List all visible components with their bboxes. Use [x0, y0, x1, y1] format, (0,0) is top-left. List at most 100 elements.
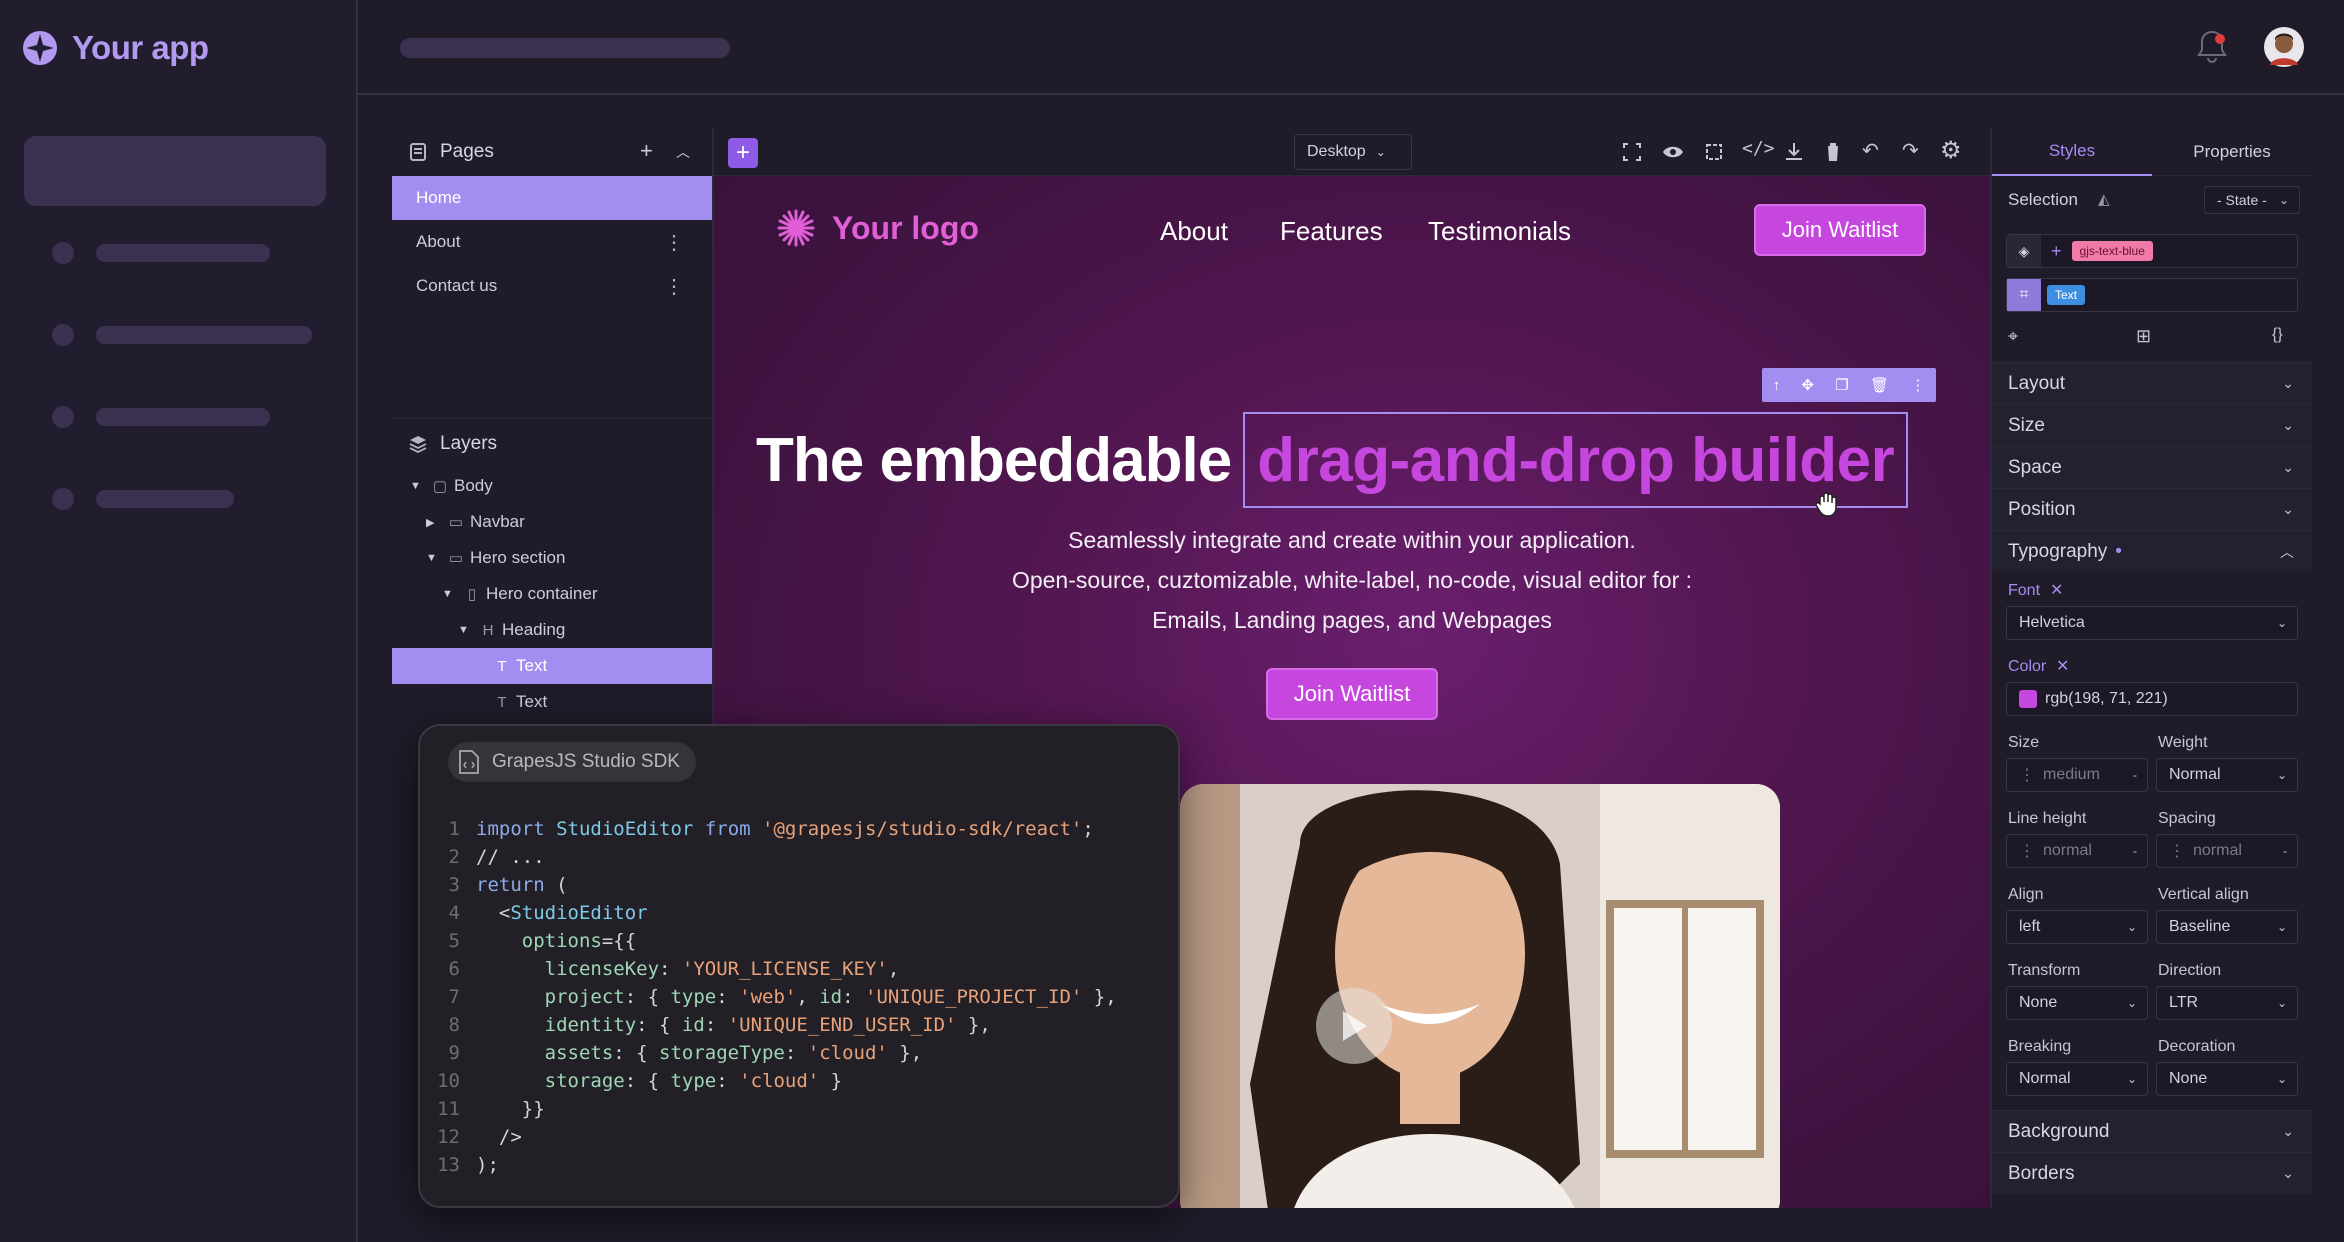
avatar[interactable]: [2264, 27, 2304, 67]
nav-link-features[interactable]: Features: [1280, 216, 1383, 247]
join-waitlist-button-hero[interactable]: Join Waitlist: [1266, 668, 1438, 720]
sidebar-placeholder-line[interactable]: [96, 244, 270, 262]
valign-select[interactable]: Baseline ⌄: [2156, 910, 2298, 944]
sync-icon[interactable]: ◭: [2098, 190, 2110, 208]
hero-subtitle: Seamlessly integrate and create within y…: [714, 520, 1990, 640]
component-field[interactable]: ⌗ Text: [2006, 278, 2298, 312]
class-tag[interactable]: gjs-text-blue: [2071, 241, 2153, 261]
heading-highlight-text-selected[interactable]: drag-and-drop builder: [1243, 412, 1909, 508]
unit-select[interactable]: -: [2133, 844, 2137, 858]
layer-text-selected[interactable]: T Text: [392, 648, 712, 684]
section-typography[interactable]: Typography • ︿: [1992, 530, 2312, 572]
section-borders[interactable]: Borders ⌄: [1992, 1152, 2312, 1194]
font-select[interactable]: Helvetica ⌄: [2006, 606, 2298, 640]
join-waitlist-button[interactable]: Join Waitlist: [1754, 204, 1926, 256]
page-options-icon[interactable]: ⋮: [664, 230, 684, 255]
chevron-down-icon: ⌄: [2282, 417, 2294, 433]
expand-icon[interactable]: ▼: [458, 624, 474, 636]
drag-handle-icon[interactable]: ⋮: [2169, 841, 2185, 861]
add-page-icon[interactable]: +: [640, 138, 653, 164]
tab-styles[interactable]: Styles: [1992, 128, 2152, 176]
heading-text[interactable]: The embeddable: [756, 425, 1232, 496]
spacing-input[interactable]: ⋮ normal -: [2156, 834, 2298, 868]
device-select[interactable]: Desktop ⌄: [1294, 134, 1412, 170]
layer-hero-section[interactable]: ▼ ▭ Hero section: [392, 540, 712, 576]
trash-icon[interactable]: [1824, 141, 1842, 163]
sidebar-placeholder-line[interactable]: [96, 326, 312, 344]
decoration-select[interactable]: None ⌄: [2156, 1062, 2298, 1096]
page-item-about[interactable]: About ⋮: [392, 220, 712, 264]
expand-icon[interactable]: ▼: [442, 588, 458, 600]
play-button[interactable]: [1316, 988, 1392, 1064]
color-input[interactable]: rgb(198, 71, 221): [2006, 682, 2298, 716]
nav-link-about[interactable]: About: [1160, 216, 1228, 247]
lineheight-input[interactable]: ⋮ normal -: [2006, 834, 2148, 868]
size-input[interactable]: ⋮ medium -: [2006, 758, 2148, 792]
unit-select[interactable]: -: [2133, 768, 2137, 782]
box-model-icon[interactable]: ⊞: [2136, 326, 2151, 347]
color-swatch[interactable]: [2019, 690, 2037, 708]
sidebar-placeholder-line[interactable]: [96, 490, 234, 508]
crosshair-icon[interactable]: ⌖: [2008, 326, 2018, 347]
component-tag[interactable]: Text: [2047, 285, 2086, 305]
expand-icon[interactable]: ▶: [426, 516, 442, 529]
gear-icon[interactable]: ⚙: [1940, 136, 1962, 165]
fullscreen-icon[interactable]: [1622, 142, 1642, 162]
layer-navbar[interactable]: ▶ ▭ Navbar: [392, 504, 712, 540]
weight-select[interactable]: Normal ⌄: [2156, 758, 2298, 792]
redo-icon[interactable]: ↷: [1902, 138, 1919, 163]
layer-heading[interactable]: ▼ H Heading: [392, 612, 712, 648]
expand-icon[interactable]: ▼: [426, 552, 442, 564]
section-layout[interactable]: Layout ⌄: [1992, 362, 2312, 404]
search-placeholder[interactable]: [400, 38, 730, 58]
state-select[interactable]: - State - ⌄: [2204, 186, 2300, 214]
delete-icon[interactable]: 🗑: [1870, 376, 1889, 394]
nav-link-testimonials[interactable]: Testimonials: [1428, 216, 1571, 247]
page-item-contact[interactable]: Contact us ⋮: [392, 264, 712, 308]
download-icon[interactable]: [1784, 141, 1804, 163]
move-icon[interactable]: ✥: [1801, 376, 1814, 394]
code-icon[interactable]: </>: [1742, 138, 1775, 159]
clear-color-icon[interactable]: ✕: [2056, 656, 2069, 676]
add-block-button[interactable]: +: [728, 138, 758, 168]
code-card-tab[interactable]: GrapesJS Studio SDK: [448, 742, 696, 782]
braces-icon[interactable]: {}: [2272, 326, 2283, 344]
outline-icon[interactable]: [1704, 142, 1724, 162]
clear-font-icon[interactable]: ✕: [2050, 580, 2063, 600]
unit-select[interactable]: -: [2283, 844, 2287, 858]
layer-label: Hero container: [486, 584, 598, 603]
section-space[interactable]: Space ⌄: [1992, 446, 2312, 488]
sidebar-placeholder-line[interactable]: [96, 408, 270, 426]
app-brand[interactable]: Your app: [22, 26, 209, 70]
hero-video[interactable]: [1180, 784, 1780, 1208]
bell-icon[interactable]: [2194, 28, 2230, 66]
undo-icon[interactable]: ↶: [1862, 138, 1879, 163]
layer-text[interactable]: T Text: [392, 684, 712, 720]
site-logo-text[interactable]: Your logo: [832, 210, 979, 247]
section-background[interactable]: Background ⌄: [1992, 1110, 2312, 1152]
layer-body[interactable]: ▼ ▢ Body: [392, 468, 712, 504]
add-class-icon[interactable]: +: [2051, 241, 2062, 262]
section-position[interactable]: Position ⌄: [1992, 488, 2312, 530]
section-size[interactable]: Size ⌄: [1992, 404, 2312, 446]
classes-field[interactable]: ◈ + gjs-text-blue: [2006, 234, 2298, 268]
breaking-select[interactable]: Normal ⌄: [2006, 1062, 2148, 1096]
heading-icon: H: [482, 621, 494, 639]
page-item-home[interactable]: Home: [392, 176, 712, 220]
layer-hero-container[interactable]: ▼ ▯ Hero container: [392, 576, 712, 612]
page-options-icon[interactable]: ⋮: [664, 274, 684, 299]
collapse-pages-icon[interactable]: ︿: [676, 142, 690, 162]
tab-properties[interactable]: Properties: [2152, 128, 2312, 176]
drag-handle-icon[interactable]: ⋮: [2019, 841, 2035, 861]
transform-select[interactable]: None ⌄: [2006, 986, 2148, 1020]
direction-select[interactable]: LTR ⌄: [2156, 986, 2298, 1020]
drag-handle-icon[interactable]: ⋮: [2019, 765, 2035, 785]
clone-icon[interactable]: ❐: [1835, 376, 1848, 394]
more-icon[interactable]: ⋮: [1910, 376, 1925, 394]
eye-icon[interactable]: [1662, 142, 1684, 162]
section-label: Size: [2008, 414, 2045, 436]
select-parent-icon[interactable]: ↑: [1773, 377, 1781, 394]
expand-icon[interactable]: ▼: [410, 480, 426, 492]
align-select[interactable]: left ⌄: [2006, 910, 2148, 944]
sidebar-placeholder-active[interactable]: [24, 136, 326, 206]
